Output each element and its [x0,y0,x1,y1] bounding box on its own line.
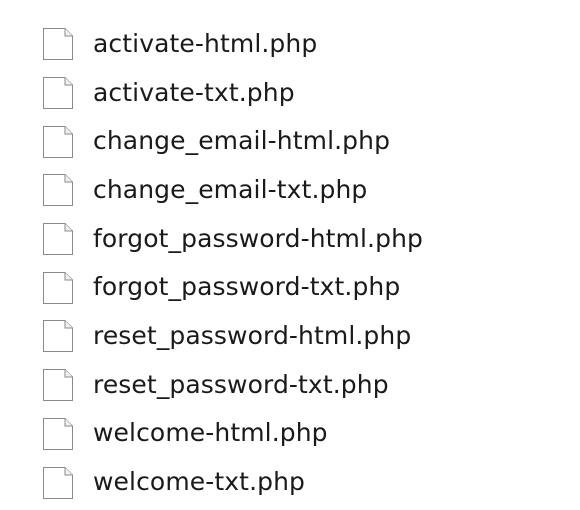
file-name: forgot_password-html.php [93,223,423,253]
file-name: activate-html.php [93,28,318,58]
file-item-activate-html[interactable]: activate-html.php [42,20,423,69]
file-icon [43,125,73,158]
file-list: activate-html.php activate-txt.php chang… [42,20,423,507]
file-icon [43,174,73,207]
file-name: change_email-txt.php [93,174,368,204]
file-name: change_email-html.php [93,126,391,156]
file-icon [43,320,73,353]
file-icon [43,369,73,402]
file-name: welcome-html.php [93,418,328,448]
file-icon [43,28,73,61]
file-item-reset-password-html[interactable]: reset_password-html.php [42,312,423,361]
file-name: reset_password-txt.php [93,369,389,399]
file-icon [43,77,73,110]
file-item-change-email-txt[interactable]: change_email-txt.php [42,166,423,215]
file-item-activate-txt[interactable]: activate-txt.php [42,69,423,118]
file-item-welcome-html[interactable]: welcome-html.php [42,410,423,459]
file-item-reset-password-txt[interactable]: reset_password-txt.php [42,361,423,410]
file-name: reset_password-html.php [93,320,412,350]
file-item-forgot-password-html[interactable]: forgot_password-html.php [42,215,423,264]
file-icon [43,223,73,256]
file-item-forgot-password-txt[interactable]: forgot_password-txt.php [42,263,423,312]
file-name: forgot_password-txt.php [93,272,401,302]
file-name: welcome-txt.php [93,467,305,497]
file-icon [43,466,73,499]
file-icon [43,417,73,450]
file-name: activate-txt.php [93,77,295,107]
file-item-change-email-html[interactable]: change_email-html.php [42,117,423,166]
file-icon [43,271,73,304]
file-item-welcome-txt[interactable]: welcome-txt.php [42,458,423,507]
